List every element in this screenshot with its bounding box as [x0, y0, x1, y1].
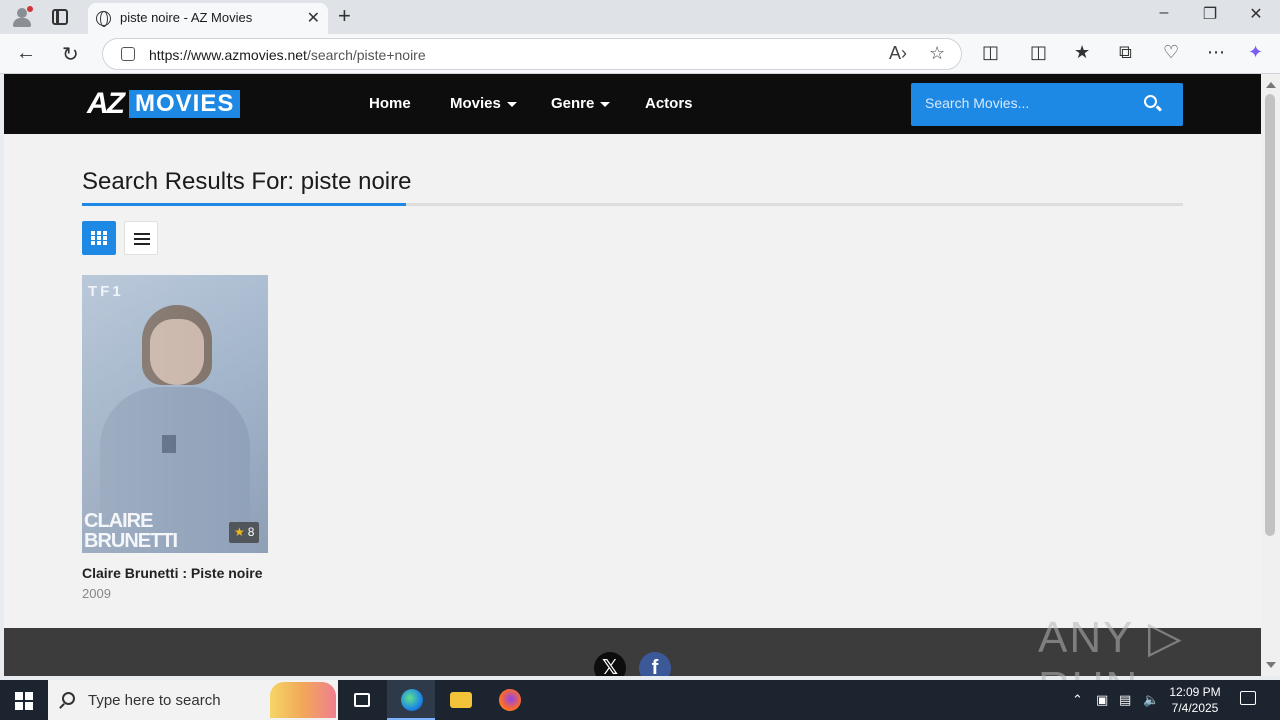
- refresh-icon[interactable]: ↻: [62, 42, 79, 67]
- firefox-icon[interactable]: [485, 680, 533, 720]
- url-text: https://www.azmovies.net/search/piste+no…: [149, 47, 426, 63]
- copilot-icon[interactable]: ✦: [1248, 42, 1263, 63]
- site-logo[interactable]: AZ MOVIES: [87, 87, 241, 120]
- browser-tab-bar: piste noire - AZ Movies ✕ + – ❐ ✕: [0, 0, 1280, 34]
- task-view-icon[interactable]: [338, 680, 386, 720]
- list-view-button[interactable]: [124, 221, 158, 255]
- clock[interactable]: 12:09 PM 7/4/2025: [1168, 684, 1222, 716]
- logo-movies: MOVIES: [129, 90, 241, 118]
- x-icon[interactable]: 𝕏: [594, 652, 626, 676]
- address-bar[interactable]: https://www.azmovies.net/search/piste+no…: [102, 38, 962, 70]
- taskbar-search-placeholder: Type here to search: [88, 692, 221, 709]
- scroll-down-icon[interactable]: [1266, 662, 1276, 668]
- globe-icon: [96, 11, 111, 27]
- movie-poster[interactable]: TF1 CLAIRE BRUNETTI ★ 8: [82, 275, 268, 553]
- movie-card[interactable]: TF1 CLAIRE BRUNETTI ★ 8 Claire Brunetti :…: [82, 275, 268, 601]
- file-explorer-icon[interactable]: [436, 680, 484, 720]
- search-box: [911, 83, 1183, 126]
- poster-title: CLAIRE BRUNETTI: [84, 510, 178, 552]
- chevron-down-icon: [506, 101, 517, 107]
- search-input[interactable]: [925, 95, 1125, 111]
- collections-icon[interactable]: ⧉: [1119, 42, 1132, 63]
- page-title: Search Results For: piste noire: [82, 168, 412, 195]
- favorite-star-icon[interactable]: ☆: [929, 43, 945, 64]
- search-icon[interactable]: [1144, 95, 1157, 108]
- nav-actors[interactable]: Actors: [645, 95, 693, 112]
- search-highlight-art: [270, 682, 336, 718]
- facebook-icon[interactable]: f: [639, 652, 671, 676]
- back-icon[interactable]: ←: [16, 42, 36, 65]
- maximize-button[interactable]: ❐: [1187, 4, 1233, 24]
- split-screen-icon[interactable]: ◫: [1030, 42, 1047, 63]
- movie-title-link[interactable]: Claire Brunetti : Piste noire: [82, 565, 268, 581]
- scrollbar-thumb[interactable]: [1265, 94, 1275, 536]
- device-icon[interactable]: ▣: [1096, 692, 1108, 708]
- chevron-up-icon[interactable]: ⌃: [1072, 692, 1083, 708]
- nav-movies[interactable]: Movies: [450, 95, 517, 112]
- edge-taskbar-icon[interactable]: [387, 680, 435, 720]
- movie-year: 2009: [82, 586, 111, 601]
- nav-genre[interactable]: Genre: [551, 95, 611, 112]
- close-tab-button[interactable]: ✕: [307, 8, 320, 28]
- poster-network-logo: TF1: [88, 283, 124, 300]
- profile-icon[interactable]: [10, 6, 34, 28]
- close-window-button[interactable]: ✕: [1233, 4, 1279, 24]
- logo-az: AZ: [87, 87, 125, 120]
- web-page: AZ MOVIES Home Movies Genre Actors Searc…: [4, 74, 1261, 676]
- tab-title: piste noire - AZ Movies: [120, 10, 253, 25]
- tab-actions-icon[interactable]: [52, 9, 68, 25]
- site-header: AZ MOVIES Home Movies Genre Actors: [4, 74, 1261, 134]
- windows-start-icon[interactable]: [15, 692, 33, 710]
- address-toolbar: ← ↻ https://www.azmovies.net/search/pist…: [0, 34, 1280, 74]
- title-divider: [82, 203, 1183, 206]
- read-aloud-icon[interactable]: A›: [889, 43, 907, 64]
- extensions-icon[interactable]: ◫: [982, 42, 999, 63]
- browser-essentials-icon[interactable]: ♡: [1163, 42, 1179, 63]
- minimize-button[interactable]: –: [1141, 4, 1187, 22]
- windows-taskbar: Type here to search ⌃ ▣ ▤ 🔈 12:09 PM 7/4…: [0, 680, 1280, 720]
- grid-view-button[interactable]: [82, 221, 116, 255]
- site-info-icon[interactable]: [121, 47, 135, 61]
- chevron-down-icon: [600, 101, 611, 107]
- page-scrollbar[interactable]: [1261, 74, 1280, 676]
- settings-more-icon[interactable]: ⋯: [1207, 42, 1225, 63]
- browser-tab[interactable]: piste noire - AZ Movies ✕: [88, 3, 328, 34]
- rating-badge: ★ 8: [229, 522, 260, 543]
- search-icon: [62, 692, 75, 705]
- favorites-icon[interactable]: ★: [1074, 42, 1090, 63]
- nav-home[interactable]: Home: [369, 95, 411, 112]
- notification-icon[interactable]: [1240, 691, 1256, 705]
- star-icon: ★: [234, 525, 245, 539]
- network-icon[interactable]: ▤: [1119, 692, 1131, 708]
- new-tab-button[interactable]: +: [338, 3, 351, 29]
- taskbar-search[interactable]: Type here to search: [48, 680, 338, 720]
- volume-icon[interactable]: 🔈: [1143, 692, 1159, 708]
- scroll-up-icon[interactable]: [1266, 82, 1276, 88]
